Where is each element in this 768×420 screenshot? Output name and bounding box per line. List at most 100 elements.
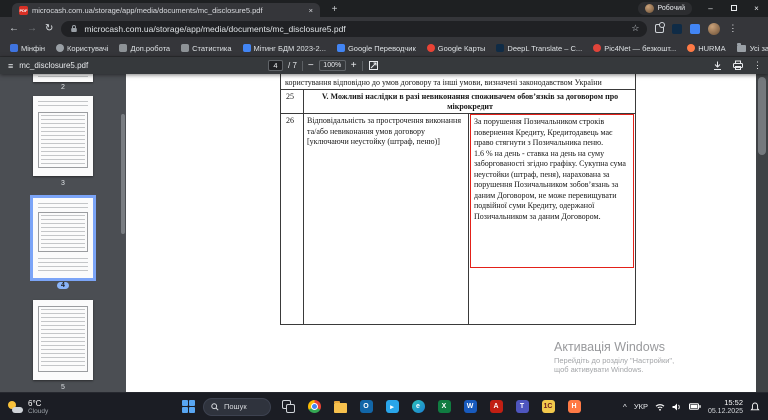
hidden-icons-chevron[interactable]: ^: [623, 403, 627, 412]
fit-page-icon[interactable]: [368, 60, 379, 71]
weather-temp: 6°C: [28, 399, 48, 408]
bookmark-item[interactable]: Pic4Net — безкошт...: [593, 44, 676, 53]
thumbnail-page-number: 2: [0, 84, 126, 91]
page-thumbnail[interactable]: [33, 300, 93, 380]
page-thumbnail-selected[interactable]: [33, 198, 93, 278]
hurma-icon[interactable]: H: [565, 398, 583, 416]
red-annotation-box: За порушення Позичальником строків повер…: [470, 114, 634, 268]
thumbnail-sidebar: 2 3 4 5: [0, 74, 126, 392]
section-header: V. Можливі наслідки в разі невиконання с…: [307, 92, 633, 112]
system-tray: ^ УКР 15:52 05.12.2025: [623, 393, 768, 420]
tab-close-icon[interactable]: ×: [309, 6, 313, 15]
bookmark-item[interactable]: Google Карты: [427, 44, 486, 53]
weather-condition: Cloudy: [28, 408, 48, 415]
page-sketch: [41, 309, 85, 369]
bookmark-item[interactable]: HURMA: [687, 44, 726, 53]
browser-tab[interactable]: PDF microcash.com.ua/storage/app/media/d…: [12, 3, 320, 17]
download-icon[interactable]: [712, 60, 723, 71]
bookmark-item[interactable]: Статистика: [181, 44, 231, 53]
folder-icon: [737, 45, 746, 52]
new-tab-button[interactable]: +: [328, 3, 341, 16]
page-thumbnail[interactable]: [33, 74, 93, 82]
browser-profile-avatar[interactable]: [708, 23, 720, 35]
table-border: [468, 113, 469, 325]
clock[interactable]: 15:52 05.12.2025: [708, 398, 743, 416]
divider: [362, 61, 363, 71]
extensions-puzzle-icon[interactable]: [655, 24, 664, 33]
forward-icon: →: [27, 24, 37, 34]
search-label: Пошук: [224, 402, 247, 411]
disclosure-table: користування відповідно до умов договору…: [280, 74, 636, 325]
bookmark-favicon: [10, 44, 18, 52]
pdf-menu-icon[interactable]: ≡: [8, 61, 13, 71]
browser-tab-strip: PDF microcash.com.ua/storage/app/media/d…: [0, 0, 768, 17]
search-box[interactable]: Пошук: [203, 398, 271, 416]
zoom-level[interactable]: 100%: [319, 60, 346, 71]
back-icon[interactable]: ←: [9, 24, 19, 34]
print-icon[interactable]: [732, 60, 744, 71]
profile-chip[interactable]: Робочий: [638, 2, 692, 15]
bookmark-item[interactable]: Доп.робота: [119, 44, 170, 53]
address-bar: ← → ↻ microcash.com.ua/storage/app/media…: [0, 17, 768, 40]
zoom-in-icon[interactable]: +: [351, 60, 357, 71]
start-button[interactable]: [182, 400, 195, 413]
word-icon[interactable]: W: [461, 398, 479, 416]
volume-icon[interactable]: [672, 403, 682, 411]
bookmark-favicon: [593, 44, 601, 52]
sidebar-scrollbar-thumb[interactable]: [121, 114, 125, 234]
page-sketch: [41, 215, 85, 249]
page-sketch: [38, 101, 88, 109]
page-number-input[interactable]: [268, 60, 283, 71]
bookmark-item[interactable]: Мітинг БДМ 2023-2...: [243, 44, 326, 53]
bookmark-favicon: [119, 44, 127, 52]
reload-icon[interactable]: ↻: [45, 24, 53, 34]
taskbar: 6°C Cloudy Пошук O ▸ e X W A T 1С H ^ УК…: [0, 392, 768, 420]
teams-icon[interactable]: T: [513, 398, 531, 416]
vertical-scrollbar[interactable]: [756, 74, 768, 392]
bookmark-item[interactable]: DeepL Translate – C...: [496, 44, 582, 53]
bookmark-star-icon[interactable]: ☆: [631, 23, 639, 34]
deepl-extension-icon[interactable]: [672, 24, 682, 34]
language-indicator[interactable]: УКР: [634, 402, 648, 411]
browser-menu-icon[interactable]: ⋮: [728, 23, 737, 34]
notifications-bell-icon[interactable]: [750, 402, 760, 412]
close-window-button[interactable]: ×: [745, 0, 768, 16]
watermark-subtitle: Перейдіть до розділу "Настройки", щоб ак…: [554, 356, 688, 374]
file-explorer-icon[interactable]: [331, 398, 349, 416]
bookmark-item[interactable]: Google Переводчик: [337, 44, 416, 53]
thumbnail-page-number: 5: [0, 384, 126, 391]
pdf-more-icon[interactable]: ⋮: [753, 60, 762, 71]
acrobat-icon[interactable]: A: [487, 398, 505, 416]
outlook-icon[interactable]: O: [357, 398, 375, 416]
minimize-button[interactable]: –: [699, 0, 722, 16]
zoom-out-icon[interactable]: −: [308, 60, 314, 71]
bookmark-favicon: [427, 44, 435, 52]
row-label: Відповідальність за прострочення виконан…: [307, 116, 464, 148]
penalty-paragraph: 1.6 % на день - ставка на день на суму з…: [474, 149, 630, 223]
scrollbar-thumb[interactable]: [758, 77, 766, 155]
page-sketch: [38, 74, 88, 80]
battery-icon[interactable]: [689, 403, 701, 410]
url-input[interactable]: microcash.com.ua/storage/app/media/docum…: [61, 21, 647, 37]
telegram-icon[interactable]: ▸: [383, 398, 401, 416]
page-controls: / 7 − 100% +: [268, 57, 379, 74]
divider: [302, 61, 303, 71]
chrome-icon[interactable]: [305, 398, 323, 416]
translate-extension-icon[interactable]: [690, 24, 700, 34]
edge-icon[interactable]: e: [409, 398, 427, 416]
pdf-favicon-icon: PDF: [19, 6, 28, 15]
bookmark-item[interactable]: Мінфін: [10, 44, 45, 53]
pdf-toolbar-actions: ⋮: [712, 57, 762, 74]
weather-widget[interactable]: 6°C Cloudy: [0, 393, 56, 420]
page-sketch: [38, 258, 88, 272]
excel-icon[interactable]: X: [435, 398, 453, 416]
1c-icon[interactable]: 1С: [539, 398, 557, 416]
maximize-icon: [731, 5, 737, 11]
maximize-button[interactable]: [722, 0, 745, 16]
task-view-icon[interactable]: [279, 398, 297, 416]
wifi-icon[interactable]: [655, 403, 665, 411]
page-thumbnail[interactable]: [33, 96, 93, 176]
bookmark-item[interactable]: Користувачі: [56, 44, 108, 53]
all-bookmarks-button[interactable]: Усі закладки: [737, 44, 768, 53]
lock-icon[interactable]: [69, 24, 79, 33]
